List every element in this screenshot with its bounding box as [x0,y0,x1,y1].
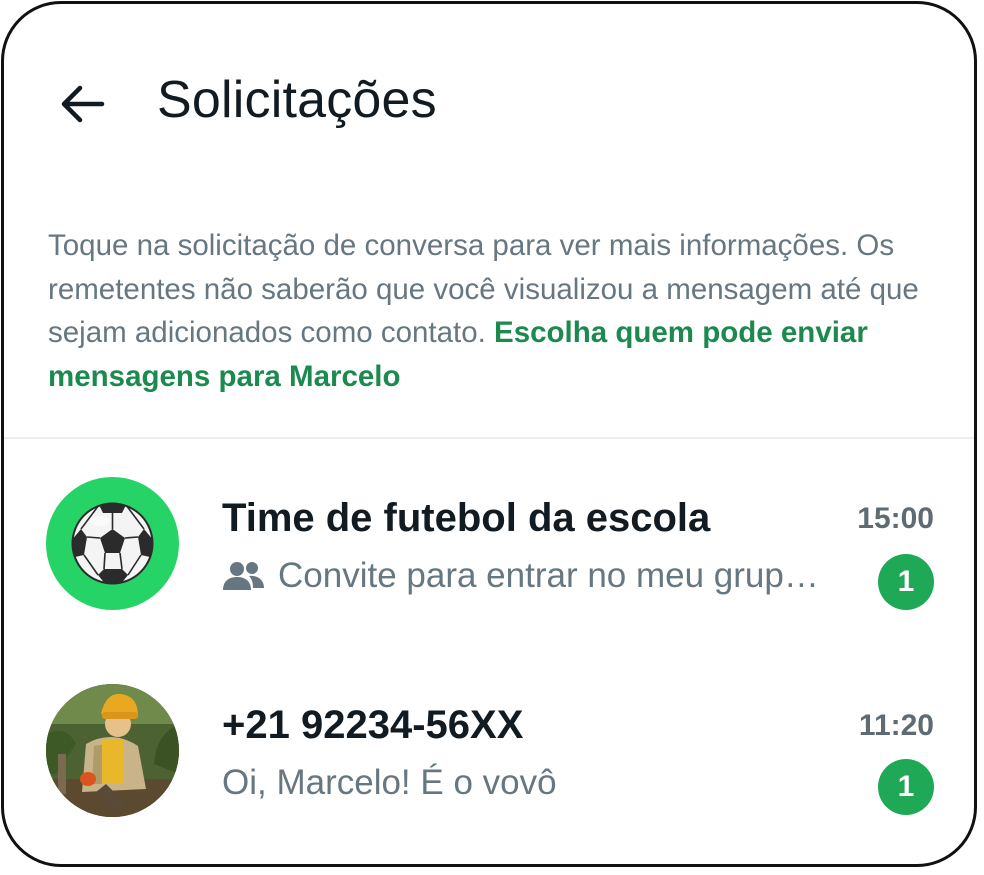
back-button[interactable] [54,76,110,132]
request-name: Time de futebol da escola [222,496,711,540]
page-title: Solicitações [157,71,437,129]
info-text: Toque na solicitação de conversa para ve… [48,224,948,398]
request-name: +21 92234-56XX [222,703,524,747]
request-message-text: Convite para entrar no meu grup… [278,556,819,595]
arrow-left-icon [61,85,105,123]
group-icon [223,562,264,590]
divider [4,437,974,439]
request-time: 11:20 [858,709,934,742]
group-avatar [46,477,179,610]
request-time: 15:00 [857,502,934,535]
app-header: Solicitações [4,4,974,204]
request-message: Convite para entrar no meu grup… [222,556,819,596]
request-row[interactable]: +21 92234-56XX 11:20 Oi, Marcelo! É o vo… [4,681,974,831]
request-message: Oi, Marcelo! É o vovô [222,763,557,803]
contact-avatar [46,684,179,817]
request-message-text: Oi, Marcelo! É o vovô [222,763,557,802]
unread-badge: 1 [878,759,934,815]
person-photo [46,684,179,817]
soccer-ball-icon [71,502,154,585]
request-row[interactable]: Time de futebol da escola 15:00 Convite … [4,474,974,624]
unread-badge: 1 [878,554,934,610]
screen-frame: Solicitações Toque na solicitação de con… [1,1,977,867]
